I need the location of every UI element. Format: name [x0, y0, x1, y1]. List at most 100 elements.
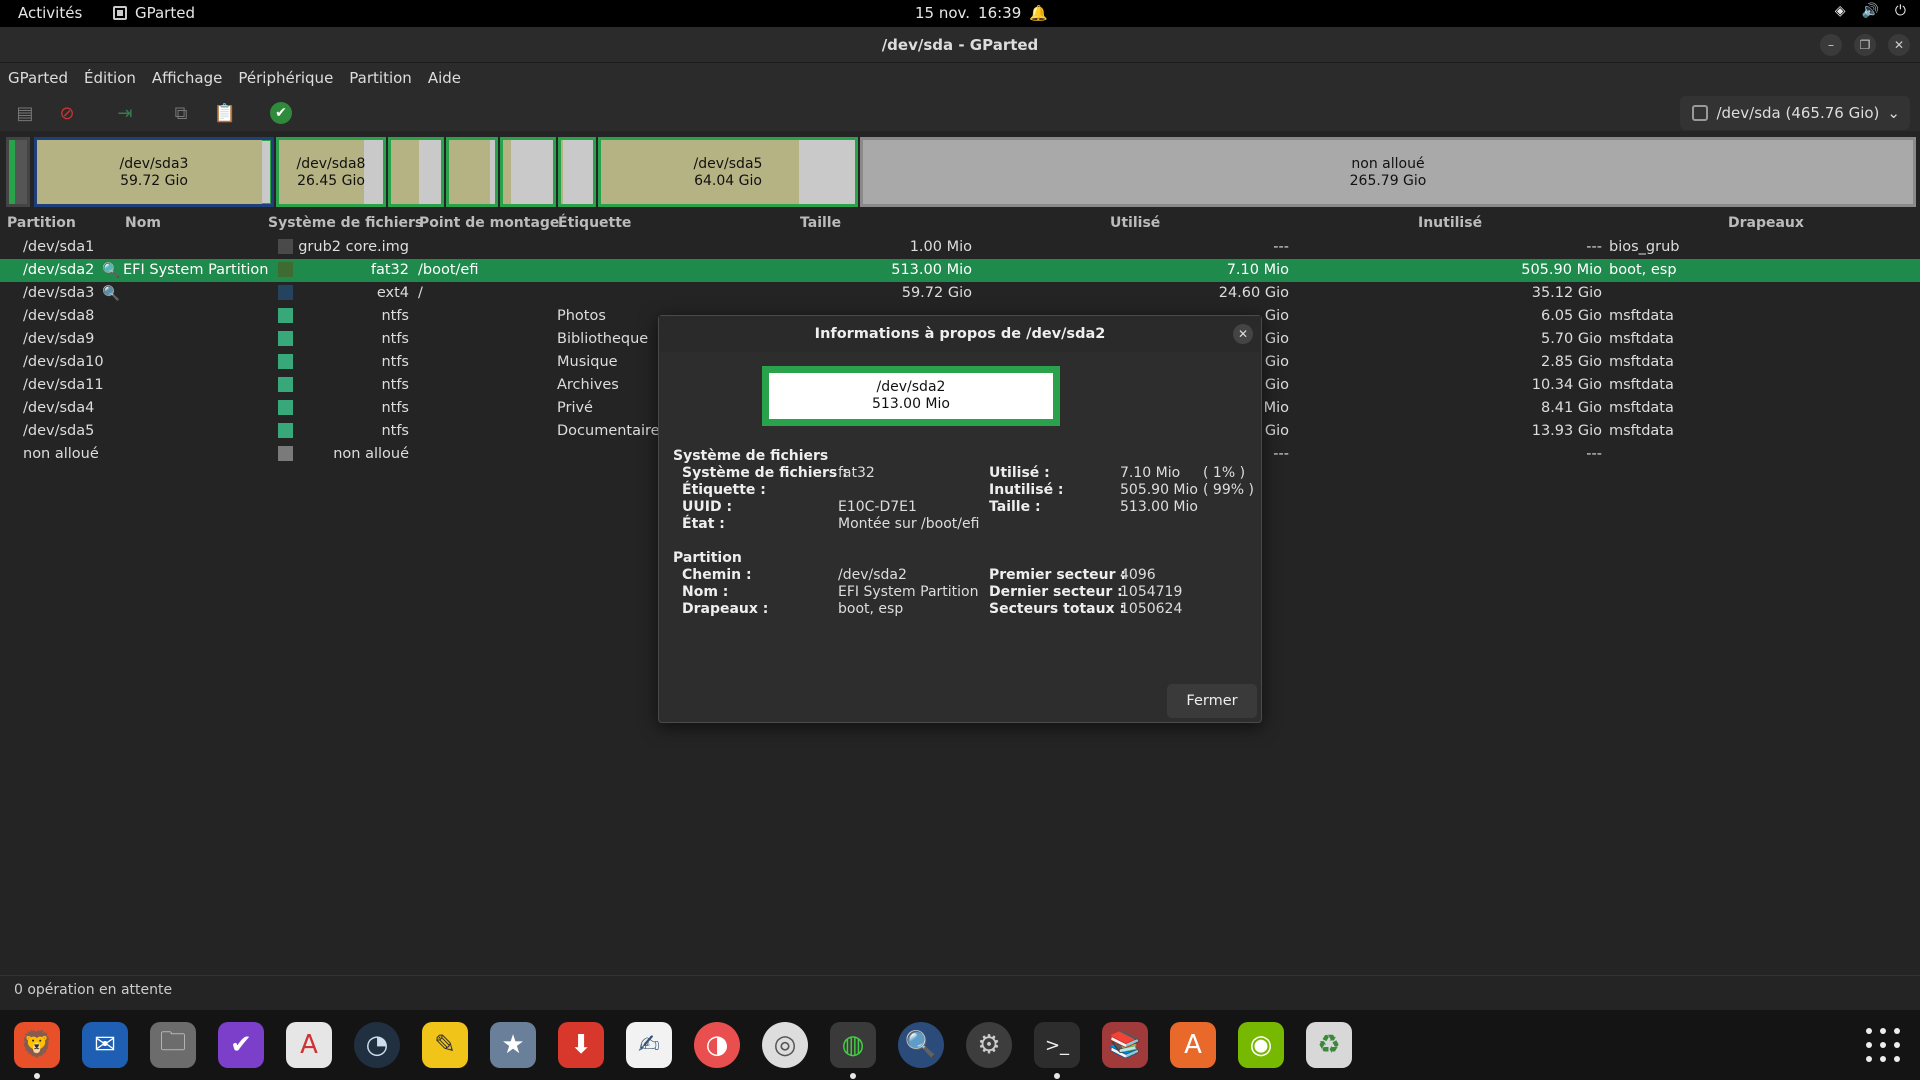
fs-color-swatch — [278, 285, 293, 300]
nvidia-icon[interactable]: ◉ — [1238, 1022, 1284, 1068]
col-name[interactable]: Nom — [125, 215, 161, 231]
cell-flags: msftdata — [1609, 400, 1674, 416]
close-window-button[interactable]: ✕ — [1888, 34, 1910, 56]
cell-fs: ext4 — [376, 285, 409, 301]
device-selector[interactable]: /dev/sda (465.76 Gio) ⌄ — [1680, 96, 1910, 130]
col-partition[interactable]: Partition — [7, 215, 76, 231]
cell-used: Mio — [1263, 400, 1289, 416]
starred-app-icon[interactable]: ★ — [490, 1022, 536, 1068]
partition-block-sda8[interactable]: /dev/sda8 26.45 Gio — [276, 137, 386, 207]
terminal-icon[interactable]: >_ — [1034, 1022, 1080, 1068]
partition-block-unallocated[interactable]: non alloué 265.79 Gio — [860, 137, 1916, 207]
table-row[interactable]: /dev/sda3 🔍 ext4 / 59.72 Gio 24.60 Gio 3… — [0, 282, 1920, 305]
notes-icon[interactable]: ✎ — [422, 1022, 468, 1068]
etat-value: Montée sur /boot/efi — [838, 516, 980, 532]
cell-fs: ntfs — [381, 331, 409, 347]
partition-block-size: 64.04 Gio — [694, 173, 762, 189]
settings-icon[interactable]: ⚙ — [966, 1022, 1012, 1068]
paste-icon[interactable]: 📋 — [214, 102, 236, 124]
system-monitor-icon[interactable]: ◔ — [354, 1022, 400, 1068]
volume-icon[interactable]: 🔊 — [1861, 3, 1878, 19]
name-value: EFI System Partition — [838, 584, 979, 600]
cell-unused: 13.93 Gio — [1531, 423, 1602, 439]
col-label[interactable]: Étiquette — [558, 215, 631, 231]
fermer-button[interactable]: Fermer — [1167, 684, 1257, 718]
cell-unused: 5.70 Gio — [1540, 331, 1602, 347]
col-filesystem[interactable]: Système de fichiers — [268, 215, 423, 231]
menu-affichage[interactable]: Affichage — [152, 69, 222, 87]
new-partition-icon[interactable]: ▤ — [14, 102, 36, 124]
partition-block-size: 26.45 Gio — [297, 173, 365, 189]
partition-section-title: Partition — [673, 550, 742, 566]
brave-browser-icon[interactable]: 🦁 — [14, 1022, 60, 1068]
show-apps-icon[interactable] — [1866, 1028, 1900, 1062]
library-icon[interactable]: 📚 — [1102, 1022, 1148, 1068]
dictionary-icon[interactable]: A — [286, 1022, 332, 1068]
menu-edition[interactable]: Édition — [84, 69, 136, 87]
disks-icon[interactable]: ◎ — [762, 1022, 808, 1068]
unused-percent: ( 99% ) — [1203, 482, 1254, 498]
partition-block-sda10[interactable] — [446, 137, 498, 207]
cell-label: Archives — [557, 377, 619, 393]
dialog-close-icon[interactable]: ✕ — [1233, 324, 1253, 344]
partition-block-sda5[interactable]: /dev/sda5 64.04 Gio — [598, 137, 858, 207]
resize-move-icon[interactable]: ⇥ — [114, 102, 136, 124]
partition-block-size: 265.79 Gio — [1349, 173, 1427, 189]
minimize-button[interactable]: – — [1820, 34, 1842, 56]
partition-block-sda4[interactable] — [558, 137, 596, 207]
menu-partition[interactable]: Partition — [349, 69, 412, 87]
cell-flags: msftdata — [1609, 354, 1674, 370]
status-bar: 0 opération en attente — [0, 975, 1920, 1005]
col-size[interactable]: Taille — [800, 215, 841, 231]
gparted-app-icon — [113, 6, 127, 20]
cell-label: Bibliotheque — [557, 331, 649, 347]
copy-icon[interactable]: ⧉ — [170, 102, 192, 124]
files-icon[interactable]: 🗀 — [150, 1022, 196, 1068]
gparted-dock-icon[interactable]: ◍ — [830, 1022, 876, 1068]
menu-aide[interactable]: Aide — [428, 69, 461, 87]
tasks-icon[interactable]: ✔ — [218, 1022, 264, 1068]
col-mountpoint[interactable]: Point de montage — [419, 215, 559, 231]
table-row-selected[interactable]: /dev/sda2 🔍 EFI System Partition fat32 /… — [0, 259, 1920, 282]
fs-color-swatch — [278, 446, 293, 461]
cell-label: Musique — [557, 354, 618, 370]
partition-block-sda9[interactable] — [388, 137, 444, 207]
cell-fs: ntfs — [381, 354, 409, 370]
cell-flags: msftdata — [1609, 377, 1674, 393]
partition-block-sda3[interactable]: /dev/sda3 59.72 Gio — [34, 137, 274, 207]
download-manager-icon[interactable]: ⬇ — [558, 1022, 604, 1068]
wifi-icon[interactable]: ◈ — [1835, 3, 1846, 19]
col-unused[interactable]: Inutilisé — [1418, 215, 1482, 231]
unused-label: Inutilisé : — [989, 482, 1064, 498]
partition-block-sda11[interactable] — [500, 137, 556, 207]
disk-usage-icon[interactable]: ◑ — [694, 1022, 740, 1068]
menu-gparted[interactable]: GParted — [8, 69, 68, 87]
cell-fs: non alloué — [333, 446, 409, 462]
cell-fs: ntfs — [381, 377, 409, 393]
partition-block-name: /dev/sda3 — [119, 156, 189, 172]
menu-peripherique[interactable]: Périphérique — [238, 69, 333, 87]
col-used[interactable]: Utilisé — [1110, 215, 1160, 231]
activities-button[interactable]: Activités — [18, 4, 82, 22]
trash-icon[interactable]: ♻ — [1306, 1022, 1352, 1068]
app-center-icon[interactable]: A — [1170, 1022, 1216, 1068]
system-tray[interactable]: ◈ 🔊 ⏻ — [1835, 3, 1906, 19]
fs-color-swatch — [278, 400, 293, 415]
thunderbird-icon[interactable]: ✉ — [82, 1022, 128, 1068]
table-row[interactable]: /dev/sda1 grub2 core.img 1.00 Mio --- --… — [0, 236, 1920, 259]
apply-icon[interactable]: ✔ — [270, 102, 292, 124]
delete-icon[interactable]: ⊘ — [56, 102, 78, 124]
app-menu[interactable]: GParted — [113, 4, 195, 22]
uuid-label: UUID : — [682, 499, 733, 515]
cell-partition: /dev/sda9 — [23, 331, 95, 347]
key-icon: 🔍 — [102, 286, 121, 302]
partition-block-size: 59.72 Gio — [120, 173, 188, 189]
maximize-button[interactable]: ❐ — [1854, 34, 1876, 56]
clock[interactable]: 15 nov. 16:39 🔔 — [915, 4, 1048, 22]
col-flags[interactable]: Drapeaux — [1728, 215, 1804, 231]
text-editor-icon[interactable]: ✍ — [626, 1022, 672, 1068]
disk-search-icon[interactable]: 🔍 — [898, 1022, 944, 1068]
cell-flags: bios_grub — [1609, 239, 1680, 255]
power-icon[interactable]: ⏻ — [1895, 3, 1906, 19]
partition-block-sda1-sda2[interactable] — [6, 137, 30, 207]
